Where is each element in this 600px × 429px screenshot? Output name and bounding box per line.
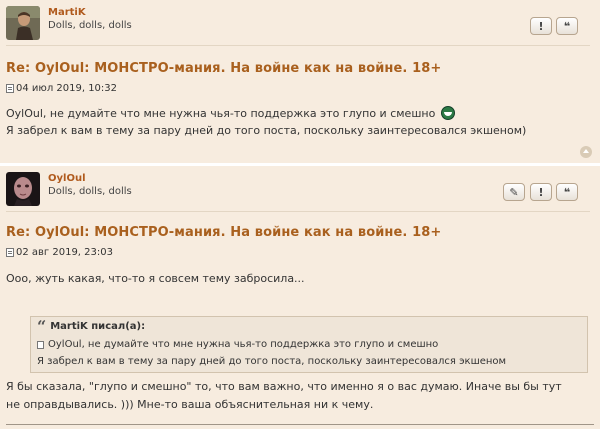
signature-divider	[6, 424, 594, 425]
quote-button[interactable]: ❝	[556, 17, 578, 35]
post-date-text: 04 июл 2019, 10:32	[16, 83, 118, 94]
author-name[interactable]: OylOul	[48, 173, 86, 184]
author-rank: Dolls, dolls, dolls	[48, 20, 132, 31]
quote-icon: ❝	[563, 185, 571, 199]
quote-button[interactable]: ❝	[556, 183, 578, 201]
post-icon[interactable]	[6, 248, 14, 257]
report-button[interactable]: !	[530, 17, 552, 35]
post-body-line: не оправдывались. ))) Мне-то ваша объясн…	[6, 398, 374, 411]
divider	[6, 211, 590, 212]
back-to-top-icon[interactable]	[580, 146, 592, 158]
quote-line: Я забрел к вам в тему за пару дней до то…	[37, 356, 507, 367]
quote-author: MartiK писал(а):	[50, 321, 146, 332]
author-name[interactable]: MartiK	[48, 7, 86, 18]
exclamation-icon: !	[538, 185, 544, 199]
smiley-icon	[440, 106, 455, 120]
post-title[interactable]: Re: OylOul: МОНСТРО-мания. На войне как …	[6, 225, 441, 240]
divider	[6, 45, 590, 46]
quote-mark-icon: “	[37, 316, 47, 336]
edit-button[interactable]: ✎	[503, 183, 525, 201]
mention-name[interactable]: OylOul	[48, 339, 82, 350]
post-icon[interactable]	[37, 340, 44, 349]
mention-name[interactable]: OylOul	[6, 107, 43, 120]
quote-icon: ❝	[563, 19, 571, 33]
post-body-line: Я забрел к вам в тему за пару дней до то…	[6, 124, 527, 137]
post-body-line: Я бы сказала, "глупо и смешно" то, что в…	[6, 380, 562, 393]
post-text: , не думайте что мне нужна чья-то поддер…	[42, 107, 436, 120]
post: OylOul Dolls, dolls, dolls ✎ ! ❝ Re: Oyl…	[0, 166, 600, 429]
report-button[interactable]: !	[530, 183, 552, 201]
post-date: 02 авг 2019, 23:03	[6, 247, 113, 258]
quote-header: “ MartiK писал(а):	[37, 316, 146, 336]
pencil-icon: ✎	[509, 185, 519, 199]
exclamation-icon: !	[538, 19, 544, 33]
post-date-text: 02 авг 2019, 23:03	[16, 247, 113, 258]
avatar[interactable]	[6, 6, 40, 40]
post: MartiK Dolls, dolls, dolls ! ❝ Re: OylOu…	[0, 0, 600, 163]
post-date: 04 июл 2019, 10:32	[6, 83, 117, 94]
avatar[interactable]	[6, 172, 40, 206]
quote-block: “ MartiK писал(а): OylOul, не думайте чт…	[30, 316, 588, 373]
author-rank: Dolls, dolls, dolls	[48, 186, 132, 197]
post-body-line: OylOul, не думайте что мне нужна чья-то …	[6, 106, 455, 120]
post-title[interactable]: Re: OylOul: МОНСТРО-мания. На войне как …	[6, 61, 441, 76]
quote-text: , не думайте что мне нужна чья-то поддер…	[81, 339, 439, 350]
post-body-line: Ооо, жуть какая, что-то я совсем тему за…	[6, 272, 305, 285]
post-icon[interactable]	[6, 84, 14, 93]
quote-line: OylOul, не думайте что мне нужна чья-то …	[37, 339, 438, 350]
